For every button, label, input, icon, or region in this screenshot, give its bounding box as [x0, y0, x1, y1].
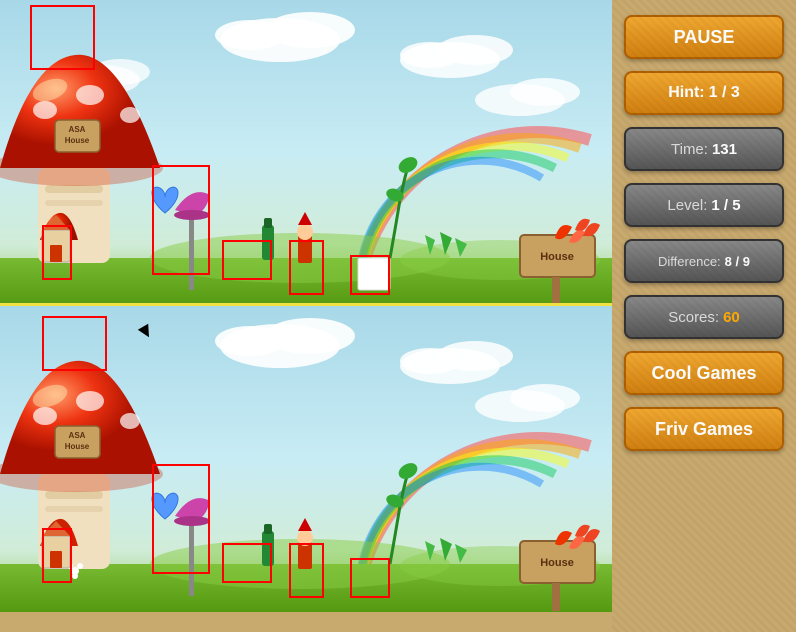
svg-text:House: House: [65, 442, 90, 451]
diff-box-3[interactable]: [152, 165, 210, 275]
diff-box-b6[interactable]: [350, 558, 390, 598]
level-value: 1 / 5: [711, 197, 740, 214]
diff-box-b4[interactable]: [222, 543, 272, 583]
difference-display: Difference: 8 / 9: [624, 239, 784, 283]
game-area: ASA House: [0, 0, 612, 632]
time-display: Time: 131: [624, 127, 784, 171]
scores-value: 60: [723, 309, 740, 326]
diff-box-4[interactable]: [222, 240, 272, 280]
diff-box-1[interactable]: [30, 5, 95, 70]
pause-button[interactable]: PAUSE: [624, 15, 784, 59]
difference-value: 8 / 9: [725, 254, 750, 269]
sidebar: PAUSE Hint: 1 / 3 Time: 131 Level: 1 / 5…: [612, 0, 796, 632]
bottom-panel[interactable]: ASA House Hou: [0, 306, 612, 612]
diff-box-b1[interactable]: [42, 316, 107, 371]
diff-box-b3[interactable]: [152, 464, 210, 574]
svg-text:House: House: [540, 557, 574, 569]
level-display: Level: 1 / 5: [624, 183, 784, 227]
diff-box-b5[interactable]: [289, 543, 324, 598]
level-label: Level:: [667, 197, 707, 214]
svg-text:ASA: ASA: [69, 125, 86, 134]
hint-button[interactable]: Hint: 1 / 3: [624, 71, 784, 115]
time-value: 131: [712, 141, 737, 158]
svg-text:ASA: ASA: [69, 431, 86, 440]
hint-label: Hint:: [668, 84, 704, 102]
hint-value: 1 / 3: [709, 84, 740, 102]
friv-games-button[interactable]: Friv Games: [624, 407, 784, 451]
difference-label: Difference:: [658, 254, 721, 269]
diff-box-2[interactable]: [42, 225, 72, 280]
scores-label: Scores:: [668, 309, 719, 326]
diff-box-6[interactable]: [350, 255, 390, 295]
svg-text:House: House: [65, 136, 90, 145]
diff-box-b2[interactable]: [42, 528, 72, 583]
cool-games-button[interactable]: Cool Games: [624, 351, 784, 395]
top-panel[interactable]: ASA House: [0, 0, 612, 306]
svg-text:House: House: [540, 251, 574, 263]
time-label: Time:: [671, 141, 708, 158]
diff-box-5[interactable]: [289, 240, 324, 295]
scores-display: Scores: 60: [624, 295, 784, 339]
